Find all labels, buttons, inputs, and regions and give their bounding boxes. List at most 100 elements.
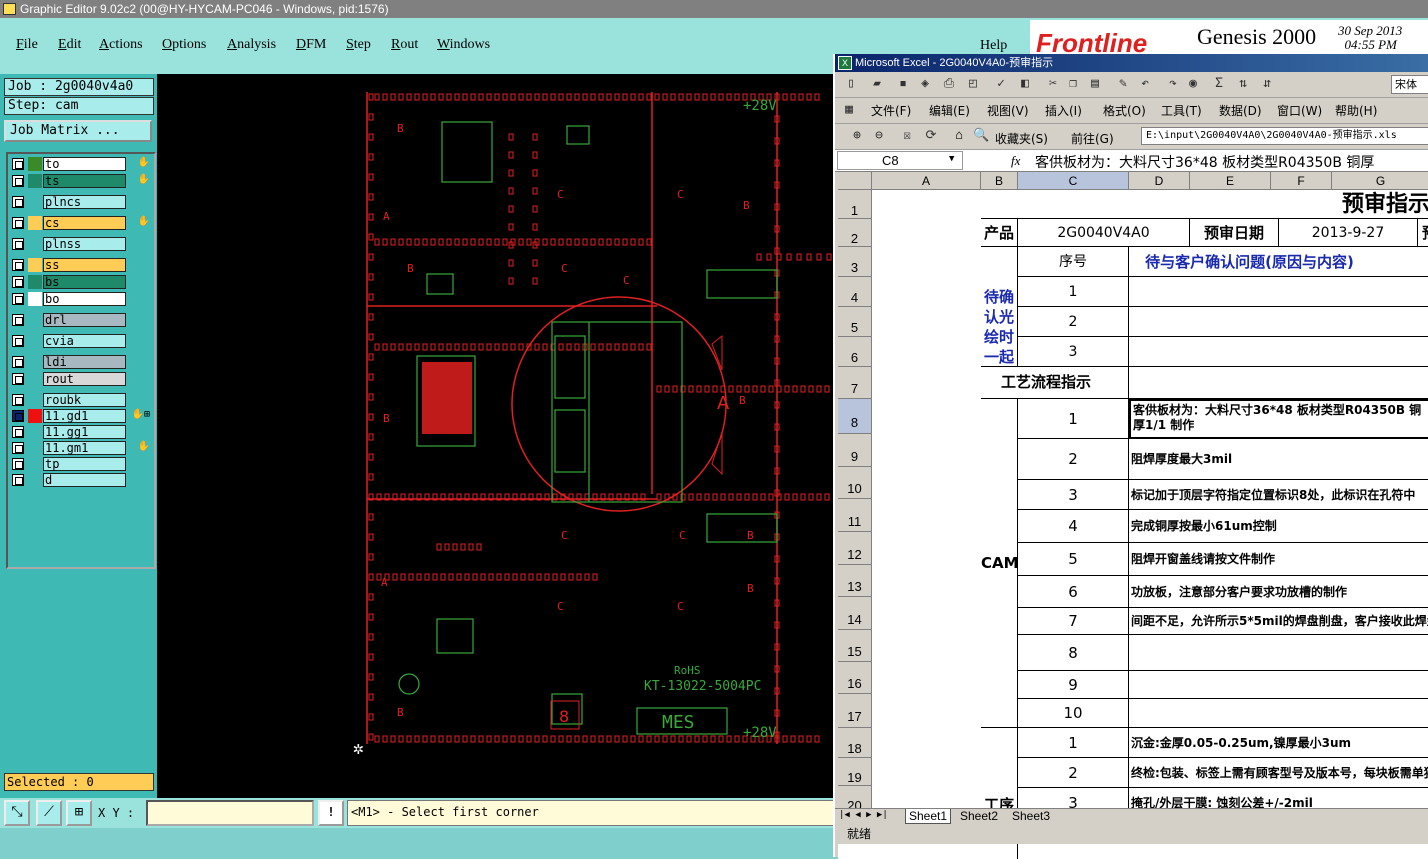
row-header-19[interactable]: 19 bbox=[838, 758, 872, 786]
menu-step[interactable]: Step bbox=[346, 37, 371, 53]
layer-name[interactable]: rout bbox=[43, 372, 126, 386]
layer-color-swatch[interactable] bbox=[28, 393, 42, 407]
layer-row-roubk[interactable]: roubk bbox=[10, 393, 156, 407]
excel-menu-window[interactable]: 窗口(W) bbox=[1277, 102, 1322, 119]
cam-item-number[interactable]: 8 bbox=[1018, 635, 1129, 671]
layer-row-plnss[interactable]: plnss bbox=[10, 237, 156, 251]
cam-item-text[interactable]: 阻焊开窗盖线请按文件制作 bbox=[1129, 543, 1428, 576]
menu-options[interactable]: Options bbox=[162, 37, 206, 53]
layer-color-swatch[interactable] bbox=[28, 313, 42, 327]
cam-item-number[interactable]: 5 bbox=[1018, 543, 1129, 576]
proc-item-text[interactable]: 沉金:金厚0.05-0.25um,镍厚最小3um bbox=[1129, 728, 1428, 758]
menu-analysis[interactable]: Analysis bbox=[227, 37, 276, 53]
layer-checkbox[interactable] bbox=[12, 458, 24, 470]
tab-sheet2[interactable]: Sheet2 bbox=[957, 809, 1001, 823]
permission-icon[interactable]: ◈ bbox=[917, 76, 933, 92]
row-header-3[interactable]: 3 bbox=[838, 247, 872, 277]
chevron-down-icon[interactable]: ▼ bbox=[949, 154, 954, 164]
excel-menu-insert[interactable]: 插入(I) bbox=[1045, 102, 1082, 119]
layer-checkbox[interactable] bbox=[12, 217, 24, 229]
layer-name[interactable]: tp bbox=[43, 457, 126, 471]
layer-checkbox[interactable] bbox=[12, 314, 24, 326]
excel-menu-edit[interactable]: 编辑(E) bbox=[929, 102, 970, 119]
spell-icon[interactable]: ✓ bbox=[993, 76, 1009, 92]
grid-icon[interactable]: ⊞ bbox=[66, 800, 92, 826]
name-box[interactable]: C8 bbox=[837, 151, 963, 170]
layer-name[interactable]: ts bbox=[43, 174, 126, 188]
layer-checkbox[interactable] bbox=[12, 196, 24, 208]
cam-item-number[interactable]: 3 bbox=[1018, 480, 1129, 510]
row-header-9[interactable]: 9 bbox=[838, 434, 872, 467]
sort-asc-icon[interactable]: ⇅ bbox=[1235, 76, 1251, 92]
spreadsheet-grid[interactable]: A B C D E F G 1 2 3 4 5 6 7 8 9 10 11 12 13 14 15 16 17 18 19 20 预审… bbox=[838, 172, 1428, 859]
excel-menu-file[interactable]: 文件(F) bbox=[871, 102, 911, 119]
cam-section-label[interactable]: CAM指示 bbox=[981, 399, 1018, 728]
menu-rout[interactable]: Rout bbox=[391, 37, 418, 53]
preview-icon[interactable]: ◰ bbox=[965, 76, 981, 92]
cam-item-text[interactable]: 完成铜厚按最小61um控制 bbox=[1129, 510, 1428, 543]
layer-color-swatch[interactable] bbox=[28, 292, 42, 306]
excel-menu-view[interactable]: 视图(V) bbox=[987, 102, 1029, 119]
cam-item-number[interactable]: 9 bbox=[1018, 671, 1129, 699]
cam-item-number[interactable]: 10 bbox=[1018, 699, 1129, 728]
paste-icon[interactable]: ▤ bbox=[1087, 76, 1103, 92]
tab-sheet3[interactable]: Sheet3 bbox=[1009, 809, 1053, 823]
column-header-A[interactable]: A bbox=[872, 172, 981, 190]
cam-item-text[interactable]: 标记加于顶层字符指定位置标识8处，此标识在孔符中 bbox=[1129, 480, 1428, 510]
format-painter-icon[interactable]: ✎ bbox=[1115, 76, 1131, 92]
layer-color-swatch[interactable] bbox=[28, 372, 42, 386]
menu-actions[interactable]: Actions bbox=[99, 37, 143, 53]
tab-sheet1[interactable]: Sheet1 bbox=[905, 809, 952, 824]
graphic-canvas[interactable]: +28V +28V RoHS MES KT-13022-5004PC A 8 B… bbox=[157, 74, 834, 798]
row-header-14[interactable]: 14 bbox=[838, 597, 872, 630]
confirm-header[interactable]: 待与客户确认问题(原因与内容) bbox=[1129, 247, 1428, 277]
layer-name[interactable]: drl bbox=[43, 313, 126, 327]
row-header-1[interactable]: 1 bbox=[838, 190, 872, 219]
menu-windows[interactable]: Windows bbox=[437, 37, 490, 53]
layer-row-bo[interactable]: bo bbox=[10, 292, 156, 306]
open-icon[interactable]: ▰ bbox=[869, 76, 885, 92]
layer-row-rout[interactable]: rout bbox=[10, 372, 156, 386]
copy-icon[interactable]: ❐ bbox=[1065, 76, 1081, 92]
confirm-item-number[interactable]: 1 bbox=[1018, 277, 1129, 307]
process-blank[interactable] bbox=[1129, 367, 1428, 399]
confirm-item-text[interactable] bbox=[1129, 307, 1428, 337]
layer-color-swatch[interactable] bbox=[28, 195, 42, 209]
layer-color-swatch[interactable] bbox=[28, 157, 42, 171]
row-header-6[interactable]: 6 bbox=[838, 337, 872, 367]
cam-item-text[interactable] bbox=[1129, 671, 1428, 699]
layer-row-11-gd1[interactable]: 11.gd1 ✋⊞ bbox=[10, 409, 156, 423]
layer-checkbox[interactable] bbox=[12, 158, 24, 170]
layer-color-swatch[interactable] bbox=[28, 355, 42, 369]
layer-name[interactable]: cvia bbox=[43, 334, 126, 348]
layer-row-plncs[interactable]: plncs bbox=[10, 195, 156, 209]
layer-name[interactable]: plncs bbox=[43, 195, 126, 209]
goto-menu[interactable]: 前往(G) bbox=[1071, 130, 1114, 147]
layer-name[interactable]: 11.gg1 bbox=[43, 425, 126, 439]
layer-name[interactable]: ldi bbox=[43, 355, 126, 369]
sheet-title[interactable]: 预审指示 bbox=[981, 190, 1428, 219]
layer-name[interactable]: bs bbox=[43, 275, 126, 289]
layer-color-swatch[interactable] bbox=[28, 425, 42, 439]
layer-name[interactable]: to bbox=[43, 157, 126, 171]
tab-nav-icon[interactable]: |◀ ◀ ▶ ▶| bbox=[839, 810, 888, 820]
warning-icon[interactable]: ! bbox=[318, 800, 344, 826]
row-header-5[interactable]: 5 bbox=[838, 307, 872, 337]
layer-name[interactable]: d bbox=[43, 473, 126, 487]
cam-item-number[interactable]: 7 bbox=[1018, 608, 1129, 635]
layer-color-swatch[interactable] bbox=[28, 275, 42, 289]
column-header-G[interactable]: G bbox=[1332, 172, 1428, 190]
column-header-F[interactable]: F bbox=[1271, 172, 1332, 190]
layer-row-drl[interactable]: drl bbox=[10, 313, 156, 327]
favorites-menu[interactable]: 收藏夹(S) bbox=[995, 130, 1048, 147]
row-header-13[interactable]: 13 bbox=[838, 565, 872, 597]
layer-name[interactable]: plnss bbox=[43, 237, 126, 251]
layer-row-to[interactable]: to ✋ bbox=[10, 157, 156, 171]
confirm-item-number[interactable]: 3 bbox=[1018, 337, 1129, 367]
excel-menu-tools[interactable]: 工具(T) bbox=[1161, 102, 1202, 119]
snap-icon[interactable]: ⤡ bbox=[4, 800, 30, 826]
layer-row-11-gg1[interactable]: 11.gg1 bbox=[10, 425, 156, 439]
formula-content[interactable]: 客供板材为：大料尺寸36*48 板材类型R04350B 铜厚 bbox=[1035, 152, 1428, 172]
excel-menu-data[interactable]: 数据(D) bbox=[1219, 102, 1262, 119]
layer-color-swatch[interactable] bbox=[28, 334, 42, 348]
